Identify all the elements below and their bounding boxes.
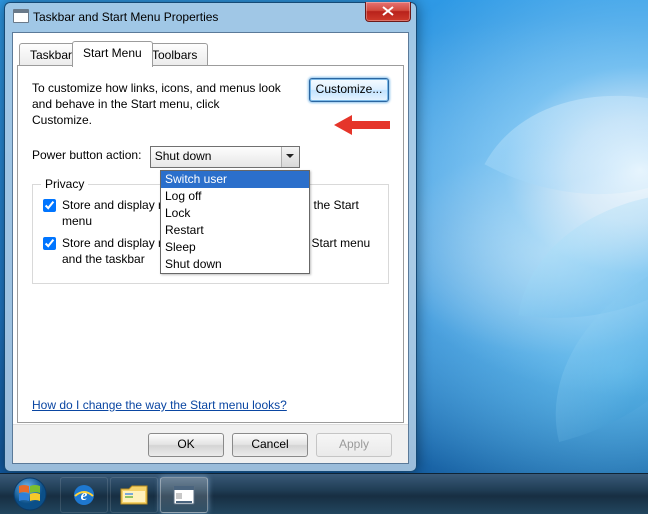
customize-description: To customize how links, icons, and menus… [32, 80, 282, 128]
taskbar-properties-task[interactable] [160, 477, 208, 513]
power-option-sleep[interactable]: Sleep [161, 239, 309, 256]
help-link[interactable]: How do I change the way the Start menu l… [32, 398, 287, 412]
power-option-lock[interactable]: Lock [161, 205, 309, 222]
power-option-log-off[interactable]: Log off [161, 188, 309, 205]
titlebar[interactable]: Taskbar and Start Menu Properties [5, 3, 416, 31]
properties-task-icon [172, 483, 196, 507]
power-combobox[interactable]: Shut down [150, 146, 300, 168]
wallpaper-glare [398, 90, 648, 390]
taskbar[interactable]: e [0, 473, 648, 514]
privacy-check-items-box[interactable] [43, 237, 56, 250]
power-option-restart[interactable]: Restart [161, 222, 309, 239]
power-label: Power button action: [32, 146, 141, 162]
cancel-button[interactable]: Cancel [232, 433, 308, 457]
customize-button[interactable]: Customize... [309, 78, 389, 102]
dialog-buttons: OK Cancel Apply [13, 424, 408, 463]
tab-start-menu[interactable]: Start Menu [72, 41, 153, 67]
window-icon [13, 9, 29, 23]
annotation-arrow-icon [334, 112, 392, 138]
power-selected-value: Shut down [155, 149, 212, 163]
power-dropdown-list[interactable]: Switch user Log off Lock Restart Sleep S… [160, 170, 310, 274]
svg-text:e: e [81, 488, 88, 504]
taskbar-ie[interactable]: e [60, 477, 108, 513]
combo-chevron-down-icon[interactable] [281, 147, 299, 167]
privacy-check-programs-box[interactable] [43, 199, 56, 212]
power-option-switch-user[interactable]: Switch user [161, 171, 309, 188]
desktop: Taskbar and Start Menu Properties Taskba… [0, 0, 648, 514]
close-button[interactable] [365, 2, 411, 22]
start-button[interactable] [6, 476, 54, 512]
properties-window: Taskbar and Start Menu Properties Taskba… [4, 2, 417, 472]
ie-icon: e [71, 482, 97, 508]
apply-button: Apply [316, 433, 392, 457]
power-option-shut-down[interactable]: Shut down [161, 256, 309, 273]
ok-button[interactable]: OK [148, 433, 224, 457]
folder-icon [120, 484, 148, 506]
windows-logo-icon [6, 476, 54, 512]
window-title: Taskbar and Start Menu Properties [33, 10, 218, 24]
client-area: Taskbar Start Menu Toolbars To customize… [12, 32, 409, 464]
taskbar-file-explorer[interactable] [110, 477, 158, 513]
privacy-legend: Privacy [41, 177, 88, 191]
power-row: Power button action: Shut down [32, 146, 389, 168]
tab-strip: Taskbar Start Menu Toolbars [13, 33, 408, 67]
close-icon [366, 2, 410, 20]
